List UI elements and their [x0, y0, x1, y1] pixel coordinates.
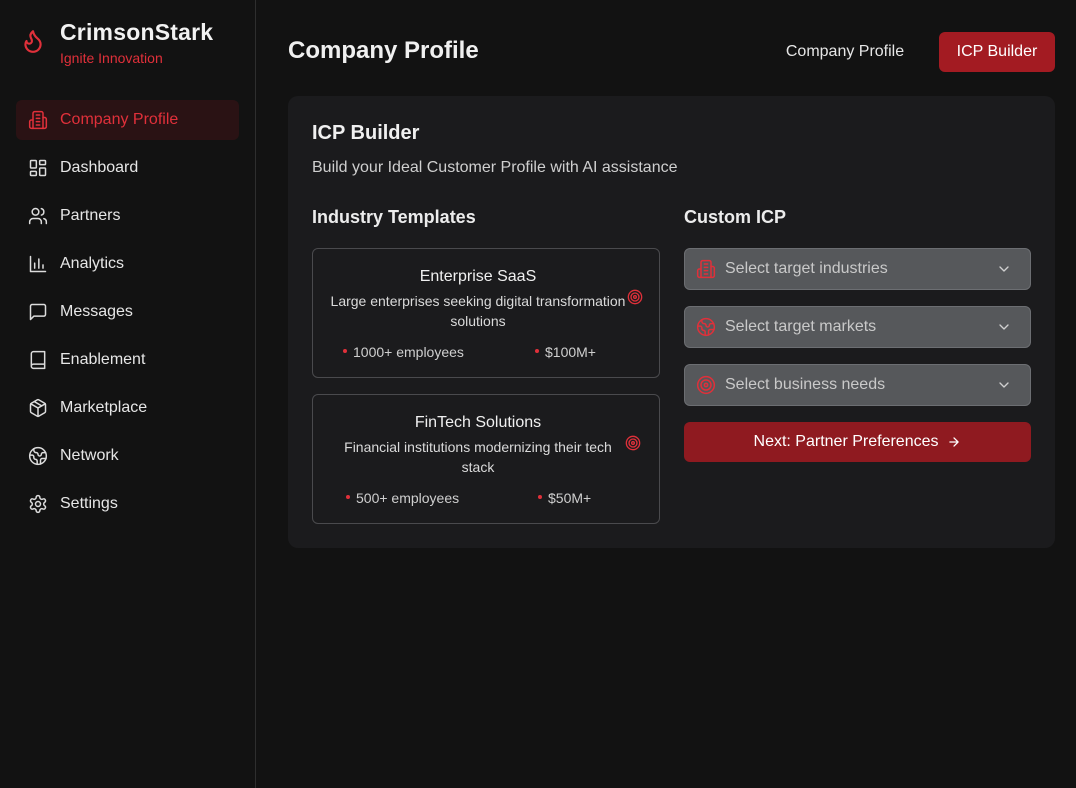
users-icon	[28, 206, 48, 226]
sidebar-item-label: Partners	[60, 207, 121, 224]
target-icon	[696, 375, 716, 395]
industry-templates-title: Industry Templates	[312, 207, 476, 227]
globe-icon	[28, 446, 48, 466]
template-employees: 500+ employees	[346, 490, 459, 506]
sidebar-item-label: Enablement	[60, 351, 146, 368]
select-placeholder: Select business needs	[725, 376, 886, 393]
sidebar-item-label: Analytics	[60, 255, 125, 272]
template-revenue: $50M+	[538, 490, 591, 506]
chevron-down-icon	[996, 377, 1012, 393]
next-partner-preferences-button[interactable]: Next: Partner Preferences	[684, 422, 1031, 462]
package-icon	[28, 398, 48, 418]
sidebar-item-label: Messages	[60, 303, 133, 320]
target-industries-select[interactable]: Select target industries	[684, 248, 1031, 290]
business-needs-select[interactable]: Select business needs	[684, 364, 1031, 406]
building-icon	[696, 259, 716, 279]
message-icon	[28, 302, 48, 322]
template-description: Financial institutions modernizing their…	[344, 439, 612, 475]
sidebar-item-label: Settings	[60, 495, 118, 512]
page-title: Company Profile	[288, 37, 479, 64]
sidebar-item-label: Network	[60, 447, 119, 464]
target-markets-select[interactable]: Select target markets	[684, 306, 1031, 348]
card-subtitle: Build your Ideal Customer Profile with A…	[312, 159, 678, 176]
tab-icp-builder[interactable]: ICP Builder	[939, 32, 1055, 72]
sidebar-item-network[interactable]: Network	[16, 436, 239, 476]
sidebar: CrimsonStark Ignite Innovation Company P…	[0, 0, 256, 788]
sidebar-item-settings[interactable]: Settings	[16, 484, 239, 524]
sidebar-nav: Company Profile Dashboard Partners Analy…	[16, 100, 239, 532]
chevron-down-icon	[996, 261, 1012, 277]
arrow-right-icon	[947, 435, 961, 449]
sidebar-item-label: Company Profile	[60, 111, 179, 128]
sidebar-item-label: Dashboard	[60, 159, 139, 176]
brand[interactable]: CrimsonStark Ignite Innovation	[20, 18, 213, 67]
target-icon	[625, 435, 641, 451]
brand-tagline: Ignite Innovation	[60, 50, 163, 66]
sidebar-item-messages[interactable]: Messages	[16, 292, 239, 332]
template-description: Large enterprises seeking digital transf…	[330, 293, 626, 329]
template-name: FinTech Solutions	[414, 414, 542, 431]
next-button-label: Next: Partner Preferences	[753, 433, 939, 450]
icp-builder-card: ICP Builder Build your Ideal Customer Pr…	[288, 96, 1055, 548]
select-placeholder: Select target industries	[725, 260, 888, 277]
template-name: Enterprise SaaS	[419, 268, 537, 285]
sidebar-item-company-profile[interactable]: Company Profile	[16, 100, 239, 140]
select-placeholder: Select target markets	[725, 318, 877, 335]
book-icon	[28, 350, 48, 370]
brand-name: CrimsonStark	[60, 19, 214, 45]
card-title: ICP Builder	[312, 122, 420, 144]
template-card-enterprise-saas[interactable]: Enterprise SaaS Large enterprises seekin…	[312, 248, 660, 378]
template-revenue: $100M+	[535, 344, 596, 360]
dashboard-icon	[28, 158, 48, 178]
flame-icon	[20, 28, 46, 54]
custom-icp-title: Custom ICP	[684, 207, 787, 227]
sidebar-item-enablement[interactable]: Enablement	[16, 340, 239, 380]
globe-icon	[696, 317, 716, 337]
sidebar-item-partners[interactable]: Partners	[16, 196, 239, 236]
template-employees: 1000+ employees	[343, 344, 464, 360]
sidebar-item-marketplace[interactable]: Marketplace	[16, 388, 239, 428]
chevron-down-icon	[996, 319, 1012, 335]
sidebar-item-analytics[interactable]: Analytics	[16, 244, 239, 284]
sidebar-item-dashboard[interactable]: Dashboard	[16, 148, 239, 188]
target-icon	[627, 289, 643, 305]
sidebar-item-label: Marketplace	[60, 399, 148, 416]
bar-chart-icon	[28, 254, 48, 274]
tab-company-profile[interactable]: Company Profile	[766, 32, 924, 72]
building-icon	[28, 110, 48, 130]
gear-icon	[28, 494, 48, 514]
template-card-fintech-solutions[interactable]: FinTech Solutions Financial institutions…	[312, 394, 660, 524]
